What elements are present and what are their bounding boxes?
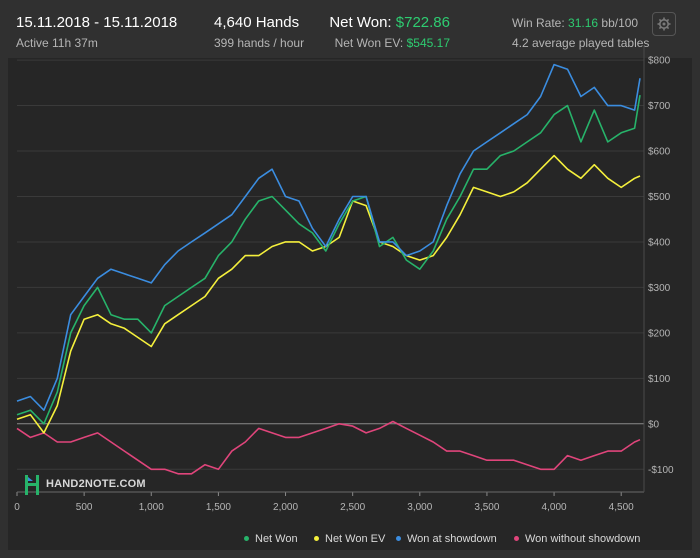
legend-dot [396,535,401,541]
x-tick-label: 2,000 [273,502,298,513]
x-tick-label: 1,000 [139,502,164,513]
x-tick-label: 3,000 [407,502,432,513]
x-tick-label: 4,000 [542,502,567,513]
y-tick-label: $400 [648,237,671,248]
y-tick-label: $500 [648,192,671,203]
legend-dot [514,535,519,541]
series-line-net-won [16,94,641,425]
legend-dot [244,535,249,541]
y-tick-label: $700 [648,101,671,112]
profit-chart: -$100 $0 $100 $200 $300 $400 $500 $600 $700 $800 0… [14,45,674,513]
y-tick-label: $0 [648,419,660,430]
legend-net-won-ev[interactable]: Net Won EV [314,533,385,547]
hand2note-logo-icon [25,475,39,495]
series-line-net-won-ev [16,154,641,434]
y-tick-label: $300 [648,283,671,294]
series-line-won-without-showdown [16,420,641,475]
x-tick-label: 0 [14,502,20,513]
x-tick-label: 1,500 [206,502,231,513]
series-line-won-at-showdown [16,63,641,412]
y-tick-label: $800 [648,56,671,67]
x-tick-label: 4,500 [609,502,634,513]
x-tick-label: 3,500 [474,502,499,513]
legend-dot [314,535,319,541]
logo-text: HAND2NOTE.COM [46,478,146,490]
y-tick-label: -$100 [648,465,674,476]
x-tick-label: 500 [76,502,93,513]
legend-label: Net Won EV [325,533,386,545]
legend-won-at-showdown[interactable]: Won at showdown [396,533,497,547]
legend-label: Net Won [255,533,298,545]
legend-label: Won without showdown [525,533,641,545]
legend-net-won[interactable]: Net Won [244,533,298,547]
legend-won-without-showdown[interactable]: Won without showdown [514,533,640,547]
legend-label: Won at showdown [407,533,497,545]
x-tick-label: 2,500 [340,502,365,513]
y-tick-label: $600 [648,147,671,158]
y-tick-label: $100 [648,374,671,385]
y-tick-label: $200 [648,328,671,339]
